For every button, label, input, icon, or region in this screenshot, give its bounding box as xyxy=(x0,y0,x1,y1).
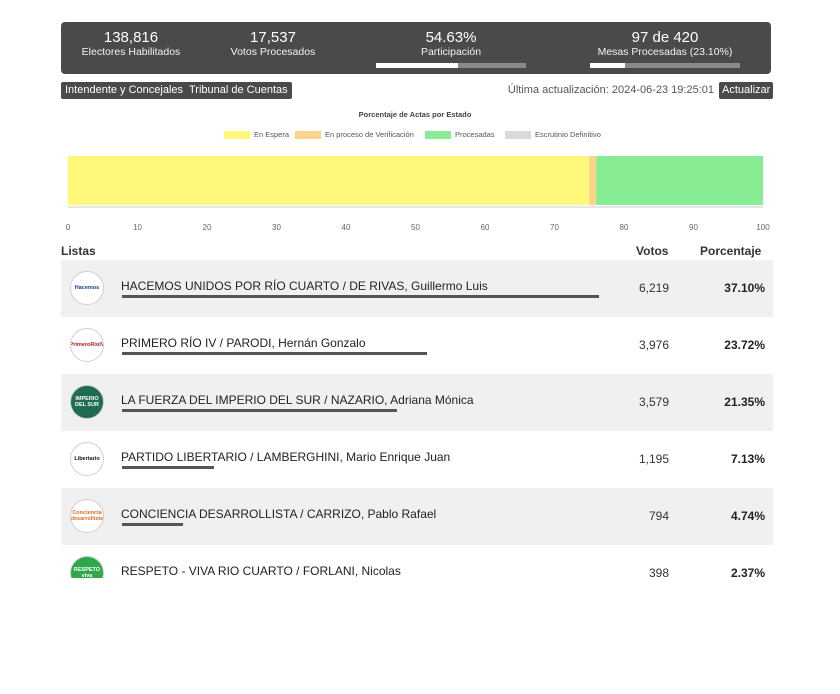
participacion-value: 54.63% xyxy=(425,29,477,46)
x-tick-label: 20 xyxy=(203,223,212,232)
participacion-progress-fill xyxy=(376,63,458,68)
list-votes: 6,219 xyxy=(638,281,669,295)
votos-label: Votos Procesados xyxy=(230,46,316,58)
participacion-label: Participación xyxy=(420,46,482,58)
vote-share-bar xyxy=(122,523,183,526)
last-update-text: Última actualización: 2024-06-23 19:25:0… xyxy=(507,84,714,96)
stat-electores: 138,816 Electores Habilitados xyxy=(81,29,181,59)
results-list: Hacemos HACEMOS UNIDOS POR RÍO CUARTO / … xyxy=(61,260,773,578)
legend-swatch xyxy=(505,130,531,139)
mesas-progress-fill xyxy=(590,63,625,68)
table-row[interactable]: PrimeroRíoIV PRIMERO RÍO IV / PARODI, He… xyxy=(61,317,773,374)
mesas-label: Mesas Procesadas (23.10%) xyxy=(597,46,733,58)
tab-tribunal-cuentas[interactable]: Tribunal de Cuentas xyxy=(185,82,292,99)
party-logo-icon: Hacemos xyxy=(70,271,104,305)
list-percentage: 4.74% xyxy=(730,509,765,523)
legend-swatch xyxy=(295,130,321,139)
votos-value: 17,537 xyxy=(250,29,296,46)
legend-label: En proceso de Verificación xyxy=(325,130,414,139)
list-percentage: 2.37% xyxy=(730,566,765,578)
bar-segment-0 xyxy=(68,156,590,205)
vote-share-bar xyxy=(122,352,427,355)
list-votes: 794 xyxy=(648,509,669,523)
stat-mesas: 97 de 420 Mesas Procesadas (23.10%) xyxy=(590,29,740,68)
table-row[interactable]: IMPERIO DEL SUR LA FUERZA DEL IMPERIO DE… xyxy=(61,374,773,431)
refresh-button[interactable]: Actualizar xyxy=(719,82,774,99)
list-name: CONCIENCIA DESARROLLISTA / CARRIZO, Pabl… xyxy=(121,507,437,521)
table-row[interactable]: Libertario PARTIDO LIBERTARIO / LAMBERGH… xyxy=(61,431,773,488)
legend-label: Escrutinio Definitivo xyxy=(535,130,601,139)
x-tick-label: 40 xyxy=(342,223,351,232)
list-votes: 398 xyxy=(648,566,669,578)
list-percentage: 7.13% xyxy=(730,452,765,466)
column-header-listas: Listas xyxy=(61,244,96,258)
legend-label: Procesadas xyxy=(455,130,495,139)
list-percentage: 23.72% xyxy=(724,338,765,352)
list-percentage: 21.35% xyxy=(724,395,765,409)
x-tick-label: 70 xyxy=(550,223,559,232)
party-logo-icon: PrimeroRíoIV xyxy=(70,328,104,362)
x-tick-label: 90 xyxy=(689,223,698,232)
list-votes: 1,195 xyxy=(638,452,669,466)
x-tick-label: 60 xyxy=(481,223,490,232)
legend-label: En Espera xyxy=(254,130,290,139)
participacion-progress xyxy=(376,63,526,68)
party-logo-icon: Libertario xyxy=(70,442,104,476)
stats-banner: 138,816 Electores Habilitados 17,537 Vot… xyxy=(61,22,771,74)
electores-value: 138,816 xyxy=(103,29,159,46)
legend-item[interactable]: En Espera xyxy=(224,130,289,139)
legend-swatch xyxy=(224,130,250,139)
chart-title: Porcentaje de Actas por Estado xyxy=(358,110,472,119)
list-percentage: 37.10% xyxy=(724,281,765,295)
party-logo-icon: IMPERIO DEL SUR xyxy=(70,385,104,419)
x-tick-label: 100 xyxy=(756,223,770,232)
legend-swatch xyxy=(425,130,451,139)
list-name: HACEMOS UNIDOS POR RÍO CUARTO / DE RIVAS… xyxy=(121,279,488,293)
list-name: RESPETO - VIVA RIO CUARTO / FORLANI, Nic… xyxy=(121,564,401,578)
tab-intendente-concejales[interactable]: Intendente y Concejales xyxy=(61,82,188,99)
x-tick-label: 30 xyxy=(272,223,281,232)
stat-participacion: 54.63% Participación xyxy=(376,29,526,68)
list-votes: 3,579 xyxy=(638,395,669,409)
vote-share-bar xyxy=(122,409,397,412)
list-votes: 3,976 xyxy=(638,338,669,352)
table-row[interactable]: Hacemos HACEMOS UNIDOS POR RÍO CUARTO / … xyxy=(61,260,773,317)
party-logo-icon: RESPETO viva xyxy=(70,556,104,578)
bar-segment-1 xyxy=(589,156,597,205)
electores-label: Electores Habilitados xyxy=(81,46,181,58)
mesas-progress xyxy=(590,63,740,68)
column-header-porcentaje: Porcentaje xyxy=(700,244,762,258)
column-header-votos: Votos xyxy=(636,244,669,258)
list-name: PARTIDO LIBERTARIO / LAMBERGHINI, Mario … xyxy=(121,450,451,464)
legend-item[interactable]: En proceso de Verificación xyxy=(295,130,414,139)
list-name: LA FUERZA DEL IMPERIO DEL SUR / NAZARIO,… xyxy=(121,393,474,407)
legend-item[interactable]: Escrutinio Definitivo xyxy=(505,130,601,139)
list-name: PRIMERO RÍO IV / PARODI, Hernán Gonzalo xyxy=(121,336,366,350)
x-tick-label: 10 xyxy=(133,223,142,232)
table-row[interactable]: Conciencia desarrollista CONCIENCIA DESA… xyxy=(61,488,773,545)
legend-item[interactable]: Procesadas xyxy=(425,130,495,139)
x-tick-label: 50 xyxy=(411,223,420,232)
vote-share-bar xyxy=(122,466,214,469)
party-logo-icon: Conciencia desarrollista xyxy=(70,499,104,533)
mesas-value: 97 de 420 xyxy=(631,29,699,46)
x-tick-label: 0 xyxy=(66,223,71,232)
actas-status-chart: 0 10 20 30 40 50 60 70 80 90 100 xyxy=(66,156,770,232)
bar-segment-2 xyxy=(596,156,763,205)
table-row[interactable]: RESPETO viva RESPETO - VIVA RIO CUARTO /… xyxy=(61,545,773,578)
x-tick-label: 80 xyxy=(620,223,629,232)
stat-votos: 17,537 Votos Procesados xyxy=(223,29,323,59)
vote-share-bar xyxy=(122,295,599,298)
